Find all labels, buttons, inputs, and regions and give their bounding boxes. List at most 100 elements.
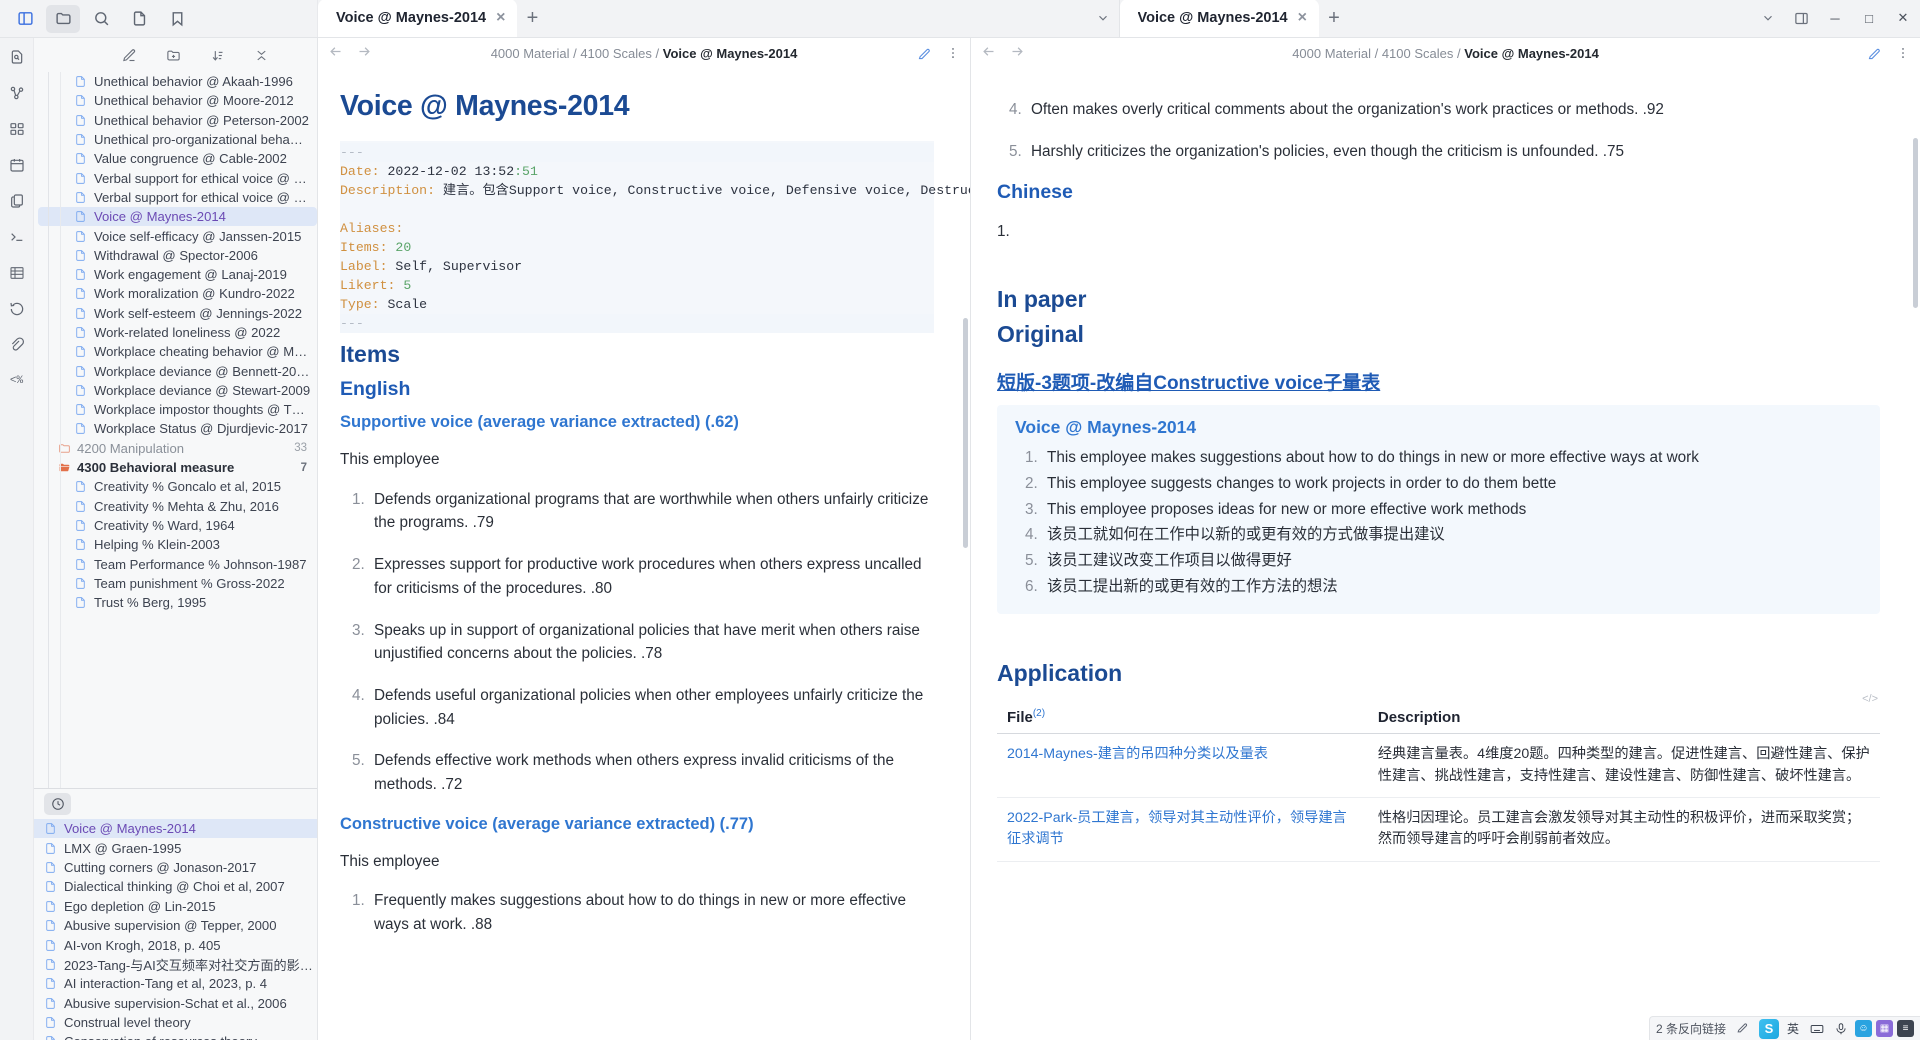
recent-file-item[interactable]: Voice @ Maynes-2014 bbox=[34, 819, 317, 839]
attachment-icon[interactable] bbox=[4, 332, 30, 358]
close-icon[interactable]: × bbox=[496, 10, 505, 26]
file-tree-item[interactable]: Unethical behavior @ Moore-2012 bbox=[42, 91, 317, 110]
minimize-button[interactable]: ─ bbox=[1818, 0, 1852, 37]
search-icon[interactable] bbox=[84, 5, 118, 33]
recent-file-item[interactable]: Construal level theory bbox=[34, 1013, 317, 1032]
file-tree-item[interactable]: Work-related loneliness @ 2022 bbox=[42, 323, 317, 342]
recent-file-item[interactable]: Conservation of resources theory bbox=[34, 1032, 317, 1040]
recent-file-item[interactable]: 2023-Tang-与AI交互频率对社交方面的影… bbox=[34, 955, 317, 974]
recent-file-item[interactable]: LMX @ Graen-1995 bbox=[34, 838, 317, 857]
file-tree-item[interactable]: Verbal support for ethical voice @ … bbox=[42, 168, 317, 187]
recent-files-list[interactable]: Voice @ Maynes-2014 LMX @ Graen-1995 Cutti… bbox=[34, 819, 317, 1040]
table-col-description[interactable]: Description bbox=[1367, 701, 1880, 735]
toolbox-icon[interactable]: ▦ bbox=[1876, 1020, 1893, 1037]
recent-file-item[interactable]: Dialectical thinking @ Choi et al, 2007 bbox=[34, 877, 317, 896]
recent-file-item[interactable]: AI interaction-Tang et al, 2023, p. 4 bbox=[34, 974, 317, 993]
right-pane-content[interactable]: Often makes overly critical comments abo… bbox=[971, 68, 1920, 1040]
file-tree-item[interactable]: Unethical behavior @ Peterson-2002 bbox=[42, 111, 317, 130]
breadcrumb-part-2[interactable]: 4100 Scales bbox=[1382, 46, 1454, 61]
new-note-icon[interactable] bbox=[120, 45, 140, 65]
file-tree-item[interactable]: Workplace cheating behavior @ M… bbox=[42, 342, 317, 361]
ime-language-mode[interactable]: 英 bbox=[1783, 1019, 1803, 1039]
copy-icon[interactable] bbox=[4, 188, 30, 214]
file-tree-item[interactable]: Verbal support for ethical voice @ … bbox=[42, 188, 317, 207]
file-tree-item[interactable]: Unethical pro-organizational beha… bbox=[42, 130, 317, 149]
chevron-down-icon[interactable] bbox=[1087, 0, 1119, 37]
table-icon[interactable] bbox=[4, 260, 30, 286]
maximize-button[interactable]: □ bbox=[1852, 0, 1886, 37]
file-tree-item[interactable]: Workplace deviance @ Bennett-20… bbox=[42, 361, 317, 380]
file-tree-item[interactable]: Value congruence @ Cable-2002 bbox=[42, 149, 317, 168]
file-tree-item[interactable]: Work engagement @ Lanaj-2019 bbox=[42, 265, 317, 284]
back-arrow-icon[interactable] bbox=[981, 44, 996, 62]
keyboard-icon[interactable] bbox=[1807, 1019, 1827, 1039]
close-icon[interactable]: × bbox=[1298, 10, 1307, 26]
recent-file-item[interactable]: Abusive supervision-Schat et al., 2006 bbox=[34, 994, 317, 1013]
file-tree-item[interactable]: Unethical behavior @ Akaah-1996 bbox=[42, 72, 317, 91]
file-tree-item[interactable]: Workplace impostor thoughts @ T… bbox=[42, 400, 317, 419]
sort-icon[interactable] bbox=[208, 45, 228, 65]
file-tree-item[interactable]: Creativity % Goncalo et al, 2015 bbox=[42, 477, 317, 496]
file-icon[interactable] bbox=[122, 5, 156, 33]
breadcrumb-part-2[interactable]: 4100 Scales bbox=[580, 46, 652, 61]
breadcrumb-part-1[interactable]: 4000 Material bbox=[1292, 46, 1371, 61]
file-tree-item[interactable]: Creativity % Mehta & Zhu, 2016 bbox=[42, 497, 317, 516]
recent-file-item[interactable]: Cutting corners @ Jonason-2017 bbox=[34, 858, 317, 877]
backlinks-status[interactable]: 2 条反向链接 bbox=[1656, 1020, 1726, 1037]
pencil-icon[interactable] bbox=[1736, 1021, 1749, 1037]
new-folder-icon[interactable] bbox=[164, 45, 184, 65]
embed-source-link[interactable]: 短版-3题项-改编自Constructive voice子量表 bbox=[997, 368, 1380, 395]
folder-icon[interactable] bbox=[46, 4, 80, 33]
tab-voice-maynes-left[interactable]: Voice @ Maynes-2014 × bbox=[318, 0, 518, 37]
file-search-icon[interactable] bbox=[4, 44, 30, 70]
left-pane-scrollbar[interactable] bbox=[963, 318, 968, 548]
file-tree-item[interactable]: Work moralization @ Kundro-2022 bbox=[42, 284, 317, 303]
file-tree-item[interactable]: Helping % Klein-2003 bbox=[42, 535, 317, 554]
back-arrow-icon[interactable] bbox=[328, 44, 343, 62]
table-file-link[interactable]: 2022-Park-员工建言，领导对其主动性评价，领导建言征求调节 bbox=[1007, 810, 1347, 847]
edit-icon[interactable] bbox=[1867, 46, 1882, 61]
new-tab-button[interactable]: + bbox=[517, 0, 547, 37]
file-tree-item[interactable]: Voice @ Maynes-2014 bbox=[38, 207, 317, 227]
breadcrumb-part-1[interactable]: 4000 Material bbox=[491, 46, 570, 61]
terminal-icon[interactable] bbox=[4, 224, 30, 250]
calendar-icon[interactable] bbox=[4, 152, 30, 178]
file-tree-item[interactable]: Trust % Berg, 1995 bbox=[42, 593, 317, 612]
recent-file-item[interactable]: AI-von Krogh, 2018, p. 405 bbox=[34, 935, 317, 954]
sidebar-toggle-icon[interactable] bbox=[8, 5, 42, 33]
chevron-down-icon[interactable] bbox=[1752, 0, 1784, 37]
file-tree-item[interactable]: Voice self-efficacy @ Janssen-2015 bbox=[42, 226, 317, 245]
clock-icon[interactable] bbox=[44, 793, 71, 815]
file-tree-item[interactable]: Team Performance % Johnson-1987 bbox=[42, 554, 317, 573]
file-tree-item[interactable]: Workplace Status @ Djurdjevic-2017 bbox=[42, 419, 317, 438]
left-pane-content[interactable]: Voice @ Maynes-2014 --- Date: 2022-12-02… bbox=[318, 68, 970, 1040]
table-col-file[interactable]: File(2) bbox=[997, 701, 1368, 735]
edit-icon[interactable] bbox=[917, 46, 932, 61]
forward-arrow-icon[interactable] bbox=[1010, 44, 1025, 62]
forward-arrow-icon[interactable] bbox=[357, 44, 372, 62]
file-tree-item[interactable]: Team punishment % Gross-2022 bbox=[42, 574, 317, 593]
file-tree-item[interactable]: Creativity % Ward, 1964 bbox=[42, 516, 317, 535]
template-icon[interactable]: <% bbox=[4, 368, 30, 394]
recent-file-item[interactable]: Abusive supervision @ Tepper, 2000 bbox=[34, 916, 317, 935]
tab-voice-maynes-right[interactable]: Voice @ Maynes-2014 × bbox=[1119, 0, 1319, 37]
close-button[interactable]: ✕ bbox=[1886, 0, 1920, 37]
embedded-note[interactable]: Voice @ Maynes-2014 This employee makes … bbox=[997, 405, 1880, 615]
new-tab-button[interactable]: + bbox=[1319, 0, 1349, 37]
more-options-icon[interactable] bbox=[946, 46, 960, 60]
file-tree[interactable]: Unethical behavior @ Akaah-1996 Unethical… bbox=[34, 72, 317, 788]
emoji-icon[interactable]: ☺ bbox=[1855, 1020, 1872, 1037]
table-options-icon[interactable]: </> bbox=[1862, 693, 1878, 705]
microphone-icon[interactable] bbox=[1831, 1019, 1851, 1039]
file-tree-folder[interactable]: 4300 Behavioral measure 7 bbox=[42, 458, 317, 477]
ime-logo-icon[interactable]: S bbox=[1759, 1018, 1779, 1039]
more-options-icon[interactable] bbox=[1896, 46, 1910, 60]
collapse-all-icon[interactable] bbox=[252, 45, 272, 65]
recent-file-item[interactable]: Ego depletion @ Lin-2015 bbox=[34, 897, 317, 916]
right-pane-scrollbar[interactable] bbox=[1913, 138, 1918, 308]
bookmark-icon[interactable] bbox=[160, 5, 194, 33]
file-tree-item[interactable]: Withdrawal @ Spector-2006 bbox=[42, 246, 317, 265]
canvas-icon[interactable] bbox=[4, 116, 30, 142]
history-icon[interactable] bbox=[4, 296, 30, 322]
file-tree-folder[interactable]: 4200 Manipulation 33 bbox=[42, 439, 317, 458]
